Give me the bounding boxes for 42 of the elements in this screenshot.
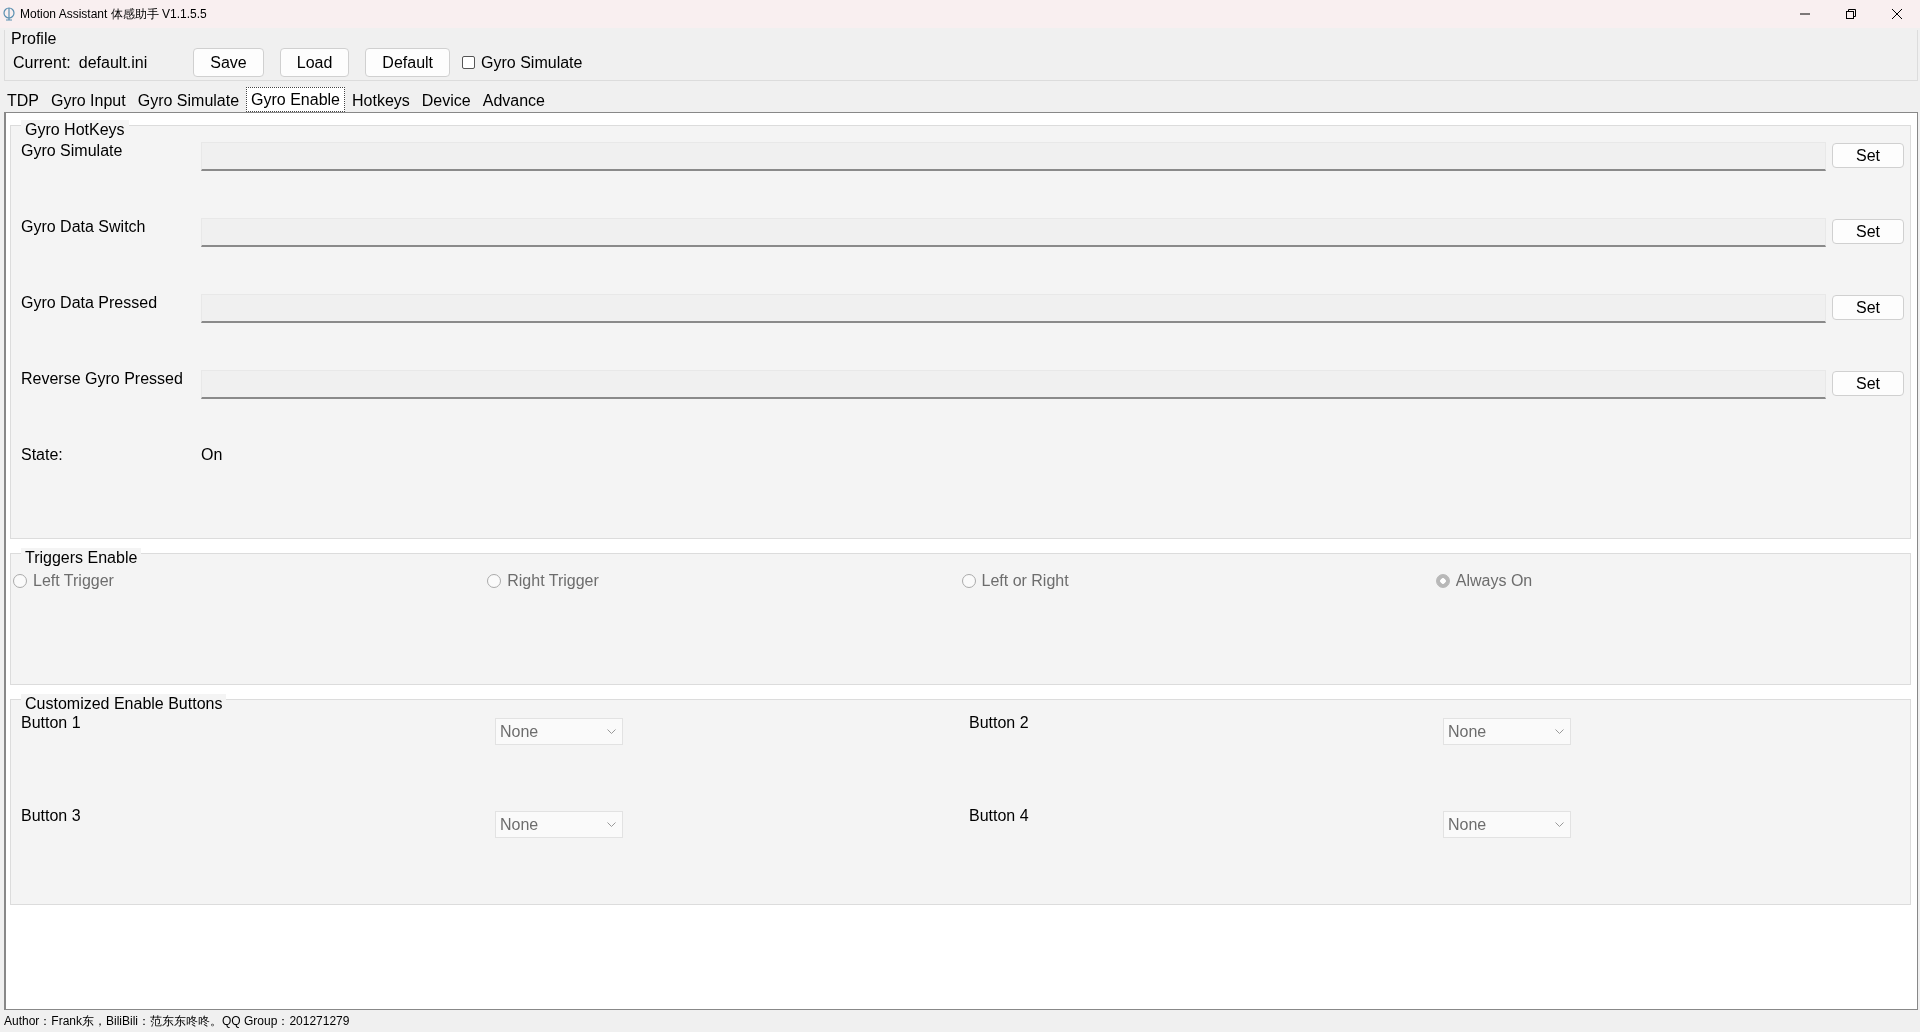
- group-title: Profile: [10, 30, 58, 48]
- group-title: Gyro HotKeys: [21, 120, 129, 140]
- restore-icon: [1845, 8, 1857, 20]
- close-icon: [1891, 8, 1903, 20]
- chevron-icon: [1555, 728, 1564, 735]
- app-icon: [2, 7, 16, 21]
- hotkey-field[interactable]: [201, 370, 1826, 399]
- current-value: default.ini: [78, 53, 148, 72]
- state-value: On: [201, 445, 223, 464]
- hotkey-label: Gyro Data Switch: [21, 217, 147, 236]
- button-label: Button 3: [21, 806, 81, 824]
- set-button[interactable]: Set: [1832, 371, 1904, 396]
- profile-button[interactable]: Load: [279, 48, 350, 77]
- radio-label: Left or Right: [961, 572, 1436, 590]
- chevron-icon: [607, 728, 616, 735]
- current-label: Current:: [13, 53, 71, 72]
- radio-label: Right Trigger: [487, 572, 962, 590]
- radio-label: Left Trigger: [13, 572, 488, 590]
- hotkey-label: Reverse Gyro Pressed: [21, 369, 184, 388]
- checkbox[interactable]: [462, 56, 476, 69]
- checkbox-label: Gyro Simulate: [481, 53, 583, 72]
- hotkey-field[interactable]: [201, 294, 1826, 323]
- chevron-icon: [607, 821, 616, 828]
- set-button[interactable]: Set: [1832, 295, 1904, 320]
- state-label: State:: [21, 445, 64, 464]
- hotkey-field[interactable]: [201, 142, 1826, 171]
- radio-label: Always On: [1435, 572, 1910, 590]
- profile-button[interactable]: Save: [193, 48, 264, 77]
- button-label: Button 1: [21, 713, 81, 731]
- status-bar-text: Author：Frank东，BiliBili：范东东咚咚。QQ Group：201271279: [3, 1013, 351, 1030]
- button-label: Button 4: [969, 806, 1029, 824]
- hotkey-label: Gyro Simulate: [21, 141, 124, 160]
- window-title: Motion Assistant 体感助手 V1.1.5.5: [20, 5, 208, 23]
- set-button[interactable]: Set: [1832, 143, 1904, 168]
- group-title: Triggers Enable: [21, 548, 142, 568]
- tab[interactable]: Gyro Enable: [246, 87, 345, 112]
- button-label: Button 2: [969, 713, 1029, 731]
- set-button[interactable]: Set: [1832, 219, 1904, 244]
- hotkey-field[interactable]: [201, 218, 1826, 247]
- chevron-icon: [1555, 821, 1564, 828]
- hotkey-label: Gyro Data Pressed: [21, 293, 159, 312]
- profile-button[interactable]: Default: [365, 48, 451, 77]
